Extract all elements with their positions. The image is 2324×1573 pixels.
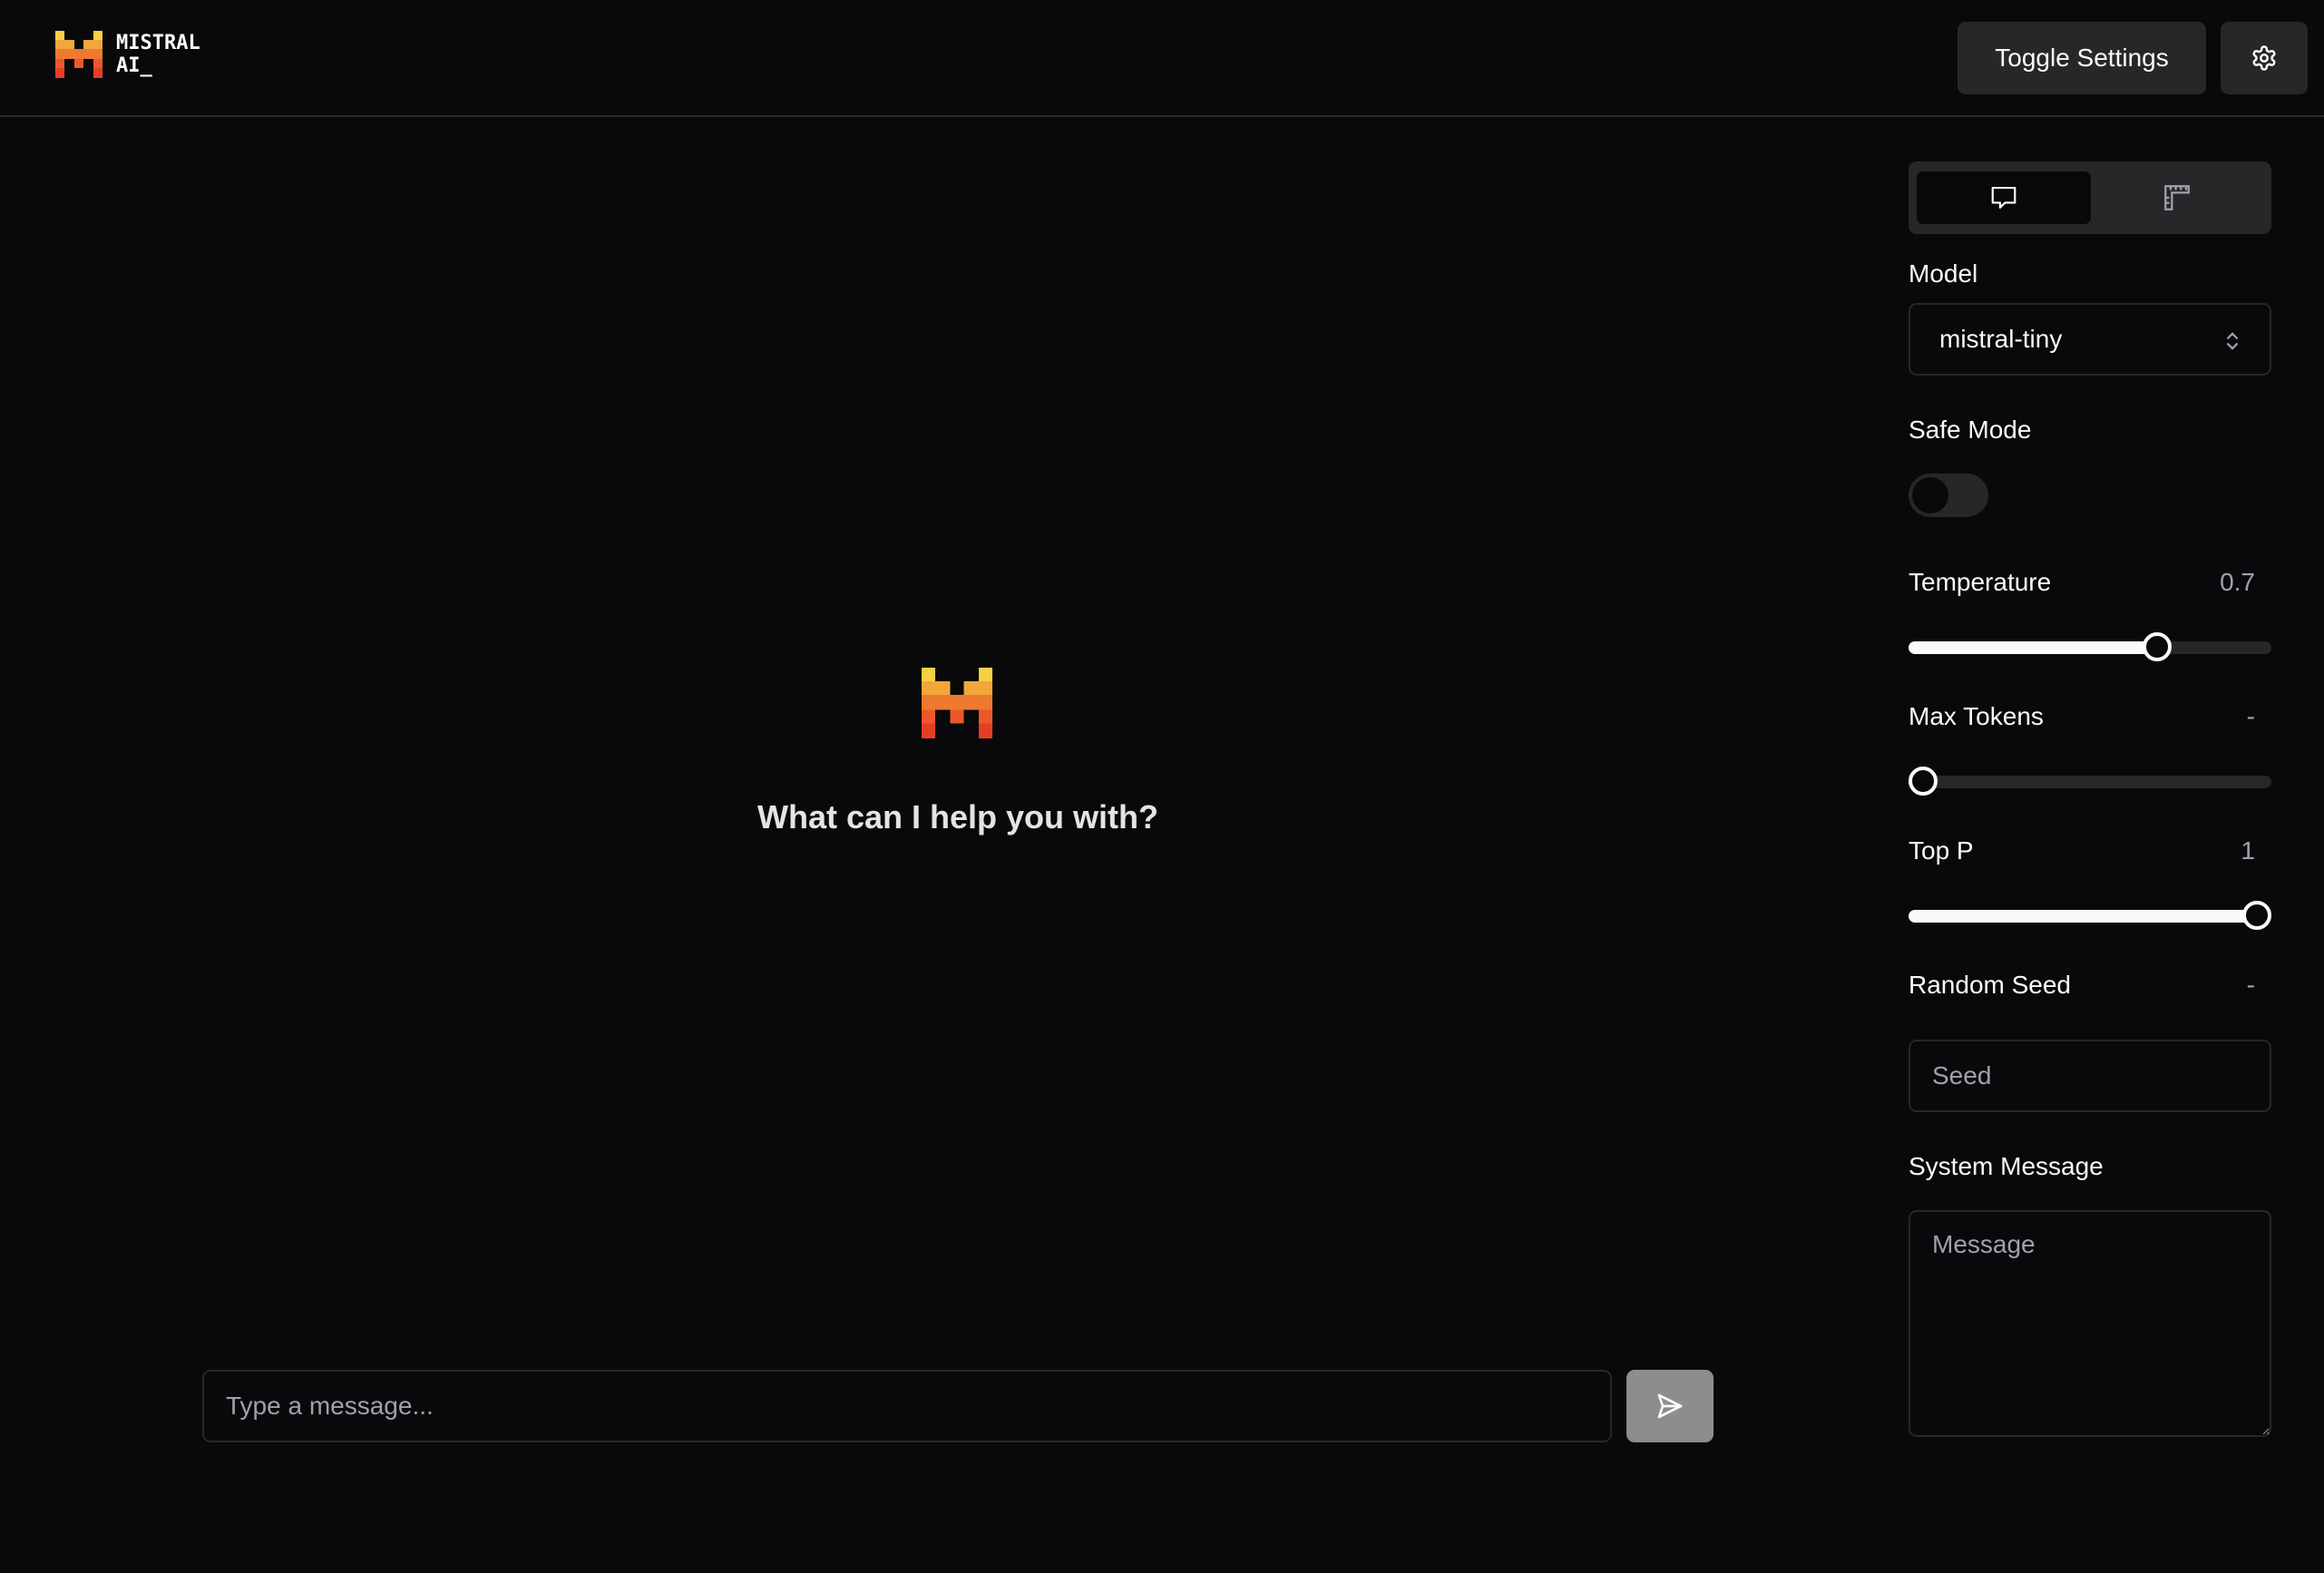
slider-track xyxy=(1909,910,2271,923)
chat-bubble-icon xyxy=(1991,187,2016,209)
seed-input[interactable] xyxy=(1909,1040,2271,1112)
temperature-value: 0.7 xyxy=(2220,568,2255,596)
hero-mistral-logo xyxy=(922,668,992,743)
temperature-label: Temperature xyxy=(1909,568,2052,596)
slider-fill xyxy=(1909,641,2157,654)
mode-tabs xyxy=(1909,161,2271,234)
slider-thumb[interactable] xyxy=(1909,767,1938,796)
top-p-slider[interactable] xyxy=(1909,898,2271,931)
mistral-logo[interactable]: MISTRAL AI_ xyxy=(55,31,200,78)
safe-mode-label: Safe Mode xyxy=(1909,415,2032,444)
safe-mode-switch[interactable] xyxy=(1909,474,1988,517)
system-message-label: System Message xyxy=(1909,1152,2104,1180)
random-seed-label: Random Seed xyxy=(1909,971,2072,999)
model-select[interactable]: mistral-tiny xyxy=(1909,303,2271,376)
tab-completion[interactable] xyxy=(2090,171,2264,224)
slider-thumb[interactable] xyxy=(2142,632,2172,661)
random-seed-value: - xyxy=(2246,971,2255,999)
temperature-slider[interactable] xyxy=(1909,630,2271,662)
top-bar: MISTRAL AI_ Toggle Settings xyxy=(0,0,2324,117)
mistral-logo-icon xyxy=(55,31,103,78)
send-icon xyxy=(1657,1393,1683,1419)
logo-line-1: MISTRAL xyxy=(116,32,200,54)
safe-mode-switch-knob xyxy=(1912,477,1948,513)
top-p-value: 1 xyxy=(2241,836,2255,865)
max-tokens-slider[interactable] xyxy=(1909,764,2271,796)
slider-fill xyxy=(1909,910,2257,923)
ruler-icon xyxy=(2164,185,2190,210)
app-root: MISTRAL AI_ Toggle Settings What can I h… xyxy=(0,0,2324,1573)
message-input[interactable] xyxy=(202,1370,1612,1442)
tab-chat[interactable] xyxy=(1917,171,2091,224)
slider-track xyxy=(1909,776,2271,788)
mistral-logo-large-icon xyxy=(922,668,992,738)
send-button[interactable] xyxy=(1626,1370,1714,1442)
model-label: Model xyxy=(1909,259,1978,288)
greeting-text: What can I help you with? xyxy=(757,798,1158,835)
toggle-settings-button[interactable]: Toggle Settings xyxy=(1958,22,2206,94)
model-select-value: mistral-tiny xyxy=(1939,325,2063,353)
chevrons-up-down-icon xyxy=(2226,332,2239,350)
slider-thumb[interactable] xyxy=(2242,901,2271,930)
logo-line-2: AI_ xyxy=(116,54,152,77)
max-tokens-value: - xyxy=(2246,702,2255,730)
max-tokens-label: Max Tokens xyxy=(1909,702,2044,730)
settings-button[interactable] xyxy=(2221,22,2308,94)
gear-icon xyxy=(2252,45,2276,71)
top-p-label: Top P xyxy=(1909,836,1974,865)
logo-wordmark: MISTRAL AI_ xyxy=(116,32,200,77)
slider-track xyxy=(1909,641,2271,654)
system-message-input[interactable] xyxy=(1909,1210,2271,1437)
